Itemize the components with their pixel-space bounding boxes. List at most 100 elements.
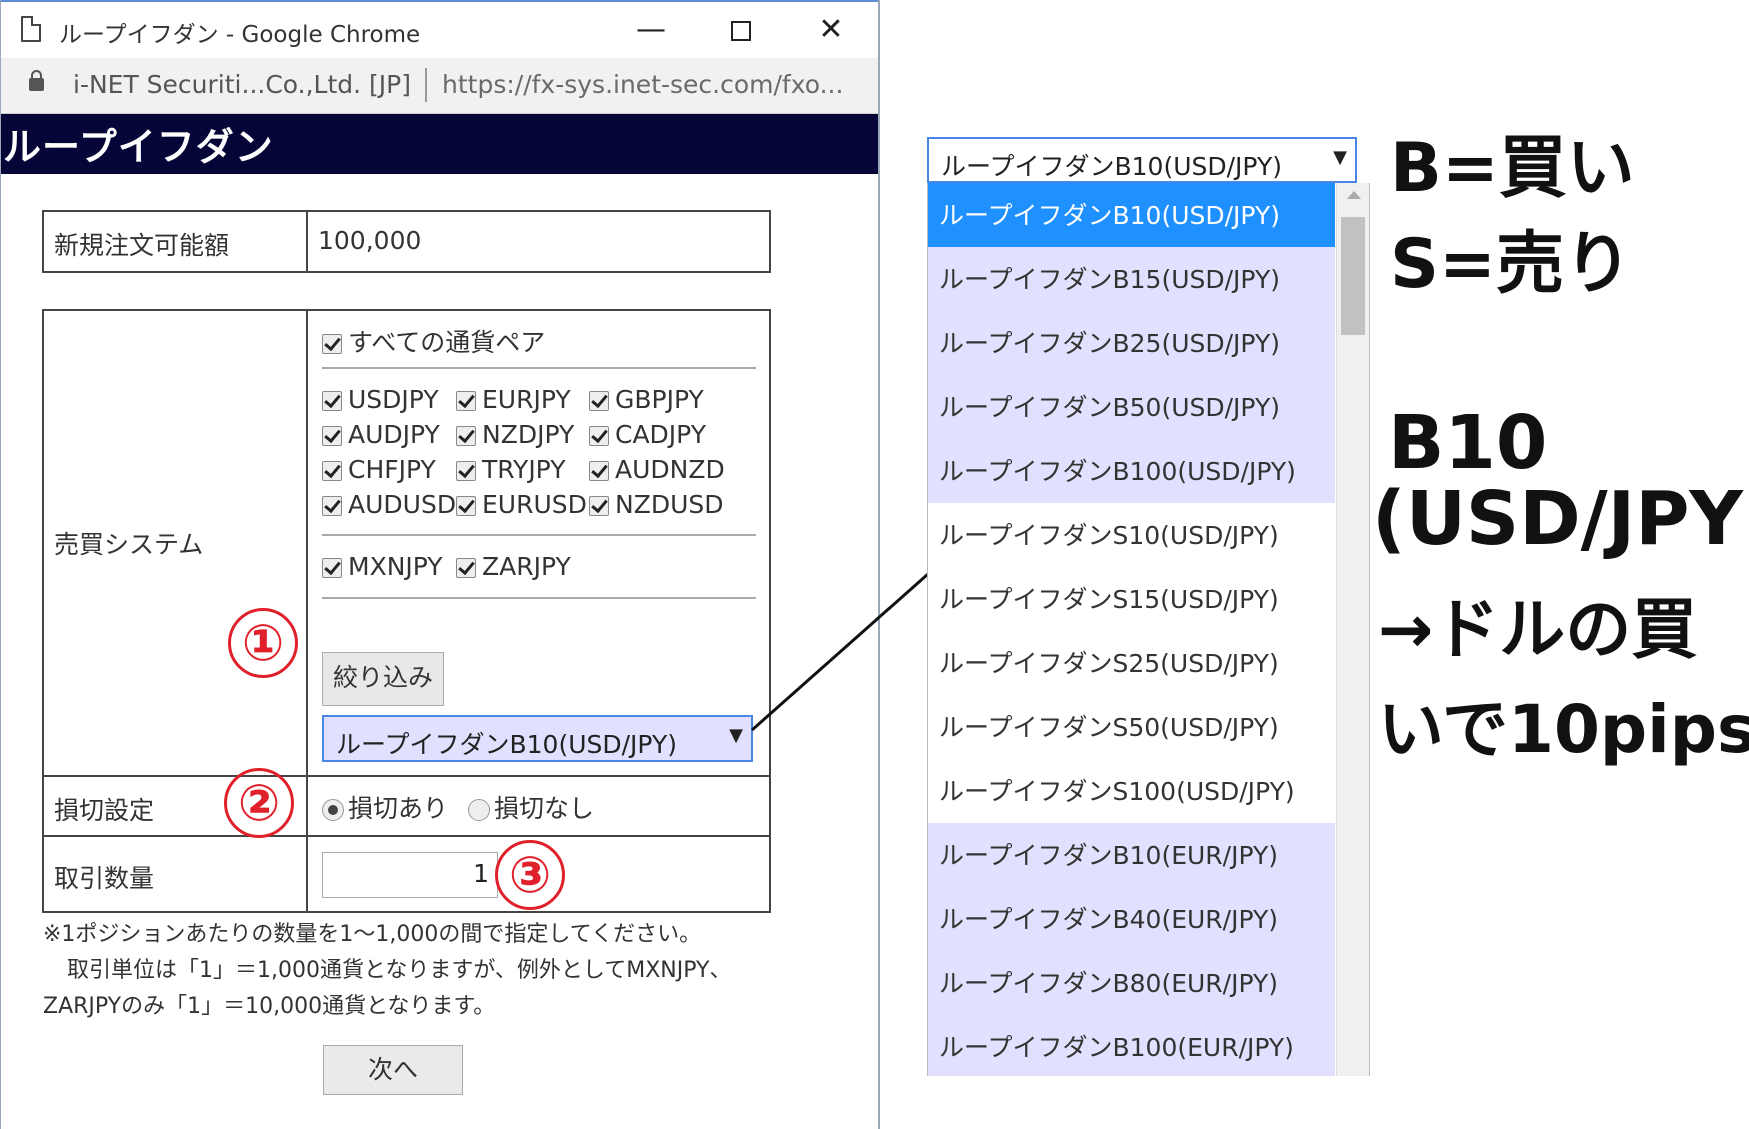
dropdown-option[interactable]: ループイフダンB10(USD/JPY) (928, 183, 1335, 247)
dropdown-option[interactable]: ループイフダンS10(USD/JPY) (928, 503, 1335, 567)
checkbox-checked-icon (589, 461, 609, 481)
quantity-note-3: ZARJPYのみ「1」＝10,000通貨となります。 (43, 994, 496, 1019)
qty-label-cell: 取引数量 (42, 835, 308, 913)
amount-value: 100,000 (306, 210, 771, 273)
scroll-up-icon[interactable] (1347, 191, 1361, 199)
checkbox-checked-icon (322, 391, 342, 411)
pair-checkbox[interactable]: GBPJPY (589, 385, 704, 414)
pair-checkbox[interactable]: NZDJPY (456, 420, 574, 449)
dropdown-option[interactable]: ループイフダンB100(EUR/JPY) (928, 1015, 1335, 1076)
checkbox-checked-icon (456, 391, 476, 411)
checkbox-checked-icon (589, 391, 609, 411)
checkbox-checked-icon (456, 461, 476, 481)
quantity-note-1: ※1ポジションあたりの数量を1〜1,000の間で指定してください。 (43, 922, 702, 947)
pair-checkbox[interactable]: AUDJPY (322, 420, 440, 449)
dropdown-option[interactable]: ループイフダンB40(EUR/JPY) (928, 887, 1335, 951)
pair-label: USDJPY (348, 385, 439, 414)
qty-label: 取引数量 (54, 864, 155, 893)
pair-checkbox[interactable]: AUDUSD (322, 490, 456, 519)
annotation-desc-1: →ドルの買 (1378, 591, 1698, 668)
checkbox-checked-icon (322, 334, 342, 354)
pair-checkbox[interactable]: CADJPY (589, 420, 706, 449)
pair-label: CHFJPY (348, 455, 436, 484)
pair-label: AUDJPY (348, 420, 440, 449)
pair-label: NZDJPY (482, 420, 575, 449)
address-separator (425, 68, 427, 102)
page-header: ループイフダン (1, 114, 878, 174)
dropdown-option[interactable]: ループイフダンB15(USD/JPY) (928, 247, 1335, 311)
close-button[interactable]: ✕ (811, 10, 851, 50)
pair-checkbox[interactable]: AUDNZD (589, 455, 725, 484)
pair-label: NZDUSD (615, 490, 724, 519)
dropdown-option[interactable]: ループイフダンS50(USD/JPY) (928, 695, 1335, 759)
dropdown-option[interactable]: ループイフダンB100(USD/JPY) (928, 439, 1335, 503)
dropdown-option[interactable]: ループイフダンB25(USD/JPY) (928, 311, 1335, 375)
pair-label: MXNJPY (348, 552, 443, 581)
pair-label: ZARJPY (482, 552, 571, 581)
stoploss-off-label: 損切なし (494, 794, 595, 823)
system-label: 売買システム (54, 530, 204, 559)
strategy-select-value: ループイフダンB10(USD/JPY) (336, 730, 677, 759)
expanded-select[interactable]: ループイフダンB10(USD/JPY) ▼ (927, 137, 1357, 183)
strategy-select[interactable]: ループイフダンB10(USD/JPY) ▼ (322, 715, 753, 762)
annotation-desc-2: いで10pips (1378, 691, 1749, 768)
dropdown-option[interactable]: ループイフダンB80(EUR/JPY) (928, 951, 1335, 1015)
dropdown-option[interactable]: ループイフダンB10(EUR/JPY) (928, 823, 1335, 887)
page-title: ループイフダン (3, 125, 274, 169)
stoploss-on-label: 損切あり (348, 794, 449, 823)
dropdown-list: ループイフダンB10(USD/JPY) ループイフダンB15(USD/JPY) ルー… (927, 183, 1370, 1076)
filter-button[interactable]: 絞り込み (322, 652, 444, 706)
certificate-name[interactable]: i-NET Securiti...Co.,Ltd. [JP] (73, 70, 411, 99)
divider (322, 597, 756, 599)
stoploss-on-radio[interactable]: 損切あり (322, 789, 448, 825)
expanded-select-value: ループイフダンB10(USD/JPY) (941, 152, 1282, 181)
dropdown-option[interactable]: ループイフダンS15(USD/JPY) (928, 567, 1335, 631)
dropdown-scrollbar[interactable] (1336, 183, 1369, 1076)
window-title: ループイフダン - Google Chrome (59, 22, 421, 48)
annotation-buy: B=買い (1390, 129, 1635, 208)
pair-label: CADJPY (615, 420, 706, 449)
checkbox-checked-icon (589, 426, 609, 446)
scroll-thumb[interactable] (1341, 217, 1365, 335)
dropdown-arrow-icon: ▼ (1333, 147, 1347, 168)
pair-checkbox[interactable]: USDJPY (322, 385, 439, 414)
dropdown-option[interactable]: ループイフダンB50(USD/JPY) (928, 375, 1335, 439)
pair-checkbox[interactable]: TRYJPY (456, 455, 565, 484)
pair-label: TRYJPY (482, 455, 566, 484)
system-label-cell: 売買システム (42, 309, 308, 777)
checkbox-checked-icon (456, 426, 476, 446)
pair-label: AUDNZD (615, 455, 725, 484)
checkbox-checked-icon (322, 461, 342, 481)
all-pairs-checkbox[interactable]: すべての通貨ペア (322, 323, 545, 359)
dropdown-arrow-icon: ▼ (729, 725, 743, 746)
checkbox-checked-icon (456, 496, 476, 516)
pair-checkbox[interactable]: EURJPY (456, 385, 571, 414)
quantity-input[interactable]: 1 (322, 852, 498, 898)
pair-label: AUDUSD (348, 490, 457, 519)
stoploss-off-radio[interactable]: 損切なし (468, 789, 594, 825)
radio-selected-icon (322, 799, 344, 821)
next-button[interactable]: 次へ (323, 1045, 463, 1095)
checkbox-checked-icon (322, 426, 342, 446)
checkbox-checked-icon (322, 558, 342, 578)
pair-checkbox[interactable]: ZARJPY (456, 552, 571, 581)
radio-unselected-icon (468, 799, 490, 821)
pair-checkbox[interactable]: EURUSD (456, 490, 587, 519)
pair-checkbox[interactable]: NZDUSD (589, 490, 724, 519)
dropdown-option[interactable]: ループイフダンS100(USD/JPY) (928, 759, 1335, 823)
pair-checkbox[interactable]: CHFJPY (322, 455, 436, 484)
minimize-button[interactable]: — (631, 10, 671, 50)
pair-checkbox[interactable]: MXNJPY (322, 552, 443, 581)
maximize-icon (731, 21, 751, 41)
step-marker-1: ① (228, 608, 298, 678)
lock-icon (29, 70, 44, 91)
annotation-pair: (USD/JPY) (1372, 476, 1749, 562)
annotation-code: B10 (1388, 400, 1548, 486)
maximize-button[interactable] (721, 10, 761, 50)
address-bar[interactable]: i-NET Securiti...Co.,Ltd. [JP] https://f… (1, 58, 878, 114)
all-pairs-label: すべての通貨ペア (348, 328, 546, 357)
dropdown-option[interactable]: ループイフダンS25(USD/JPY) (928, 631, 1335, 695)
quantity-note-2: 取引単位は「1」＝1,000通貨となりますが、例外としてMXNJPY、 (67, 958, 732, 983)
pair-label: EURUSD (482, 490, 587, 519)
url-text[interactable]: https://fx-sys.inet-sec.com/fxo... (442, 70, 843, 99)
